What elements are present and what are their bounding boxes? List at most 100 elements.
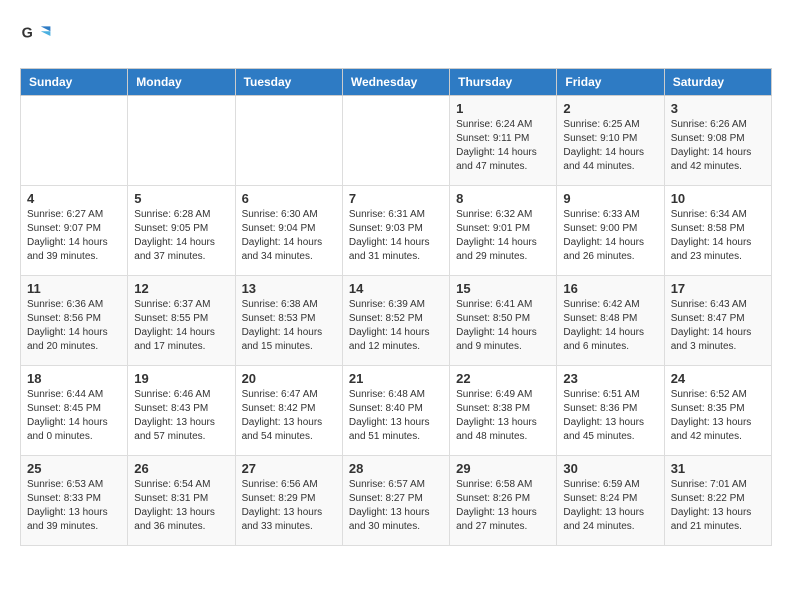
- calendar-cell: 9Sunrise: 6:33 AM Sunset: 9:00 PM Daylig…: [557, 186, 664, 276]
- calendar-cell: 7 Sunrise: 6:31 AM Sunset: 9:03 PM Daylig…: [342, 186, 449, 276]
- calendar-cell: 23 Sunrise: 6:51 AM Sunset: 8:36 PM Dayli…: [557, 366, 664, 456]
- day-info: Sunrise: 6:26 AM Sunset: 9:08 PM Dayligh…: [671, 118, 765, 174]
- day-number: 8: [456, 191, 550, 206]
- day-number: 13: [242, 281, 336, 296]
- day-info: Sunrise: 6:59 AM Sunset: 8:24 PM Dayligh…: [563, 478, 657, 534]
- day-number: 7: [349, 191, 443, 206]
- day-number: 6: [242, 191, 336, 206]
- calendar-cell: 31 Sunrise: 7:01 AM Sunset: 8:22 PM Dayli…: [664, 456, 771, 546]
- svg-text:G: G: [22, 26, 33, 42]
- day-number: 31: [671, 461, 765, 476]
- calendar-cell: 8 Sunrise: 6:32 AM Sunset: 9:01 PM Daylig…: [450, 186, 557, 276]
- day-number: 17: [671, 281, 765, 296]
- day-number: 29: [456, 461, 550, 476]
- day-info: Sunrise: 6:31 AM Sunset: 9:03 PM Dayligh…: [349, 208, 443, 264]
- day-info: Sunrise: 6:36 AM Sunset: 8:56 PM Dayligh…: [27, 298, 121, 354]
- day-info: Sunrise: 6:47 AM Sunset: 8:42 PM Dayligh…: [242, 388, 336, 444]
- calendar-header-row: SundayMondayTuesdayWednesdayThursdayFrid…: [21, 69, 772, 96]
- page-header: G: [20, 20, 772, 52]
- day-number: 30: [563, 461, 657, 476]
- day-info: Sunrise: 6:41 AM Sunset: 8:50 PM Dayligh…: [456, 298, 550, 354]
- calendar-cell: [21, 96, 128, 186]
- day-info: Sunrise: 6:28 AM Sunset: 9:05 PM Dayligh…: [134, 208, 228, 264]
- day-number: 11: [27, 281, 121, 296]
- day-number: 23: [563, 371, 657, 386]
- calendar-cell: 28 Sunrise: 6:57 AM Sunset: 8:27 PM Dayli…: [342, 456, 449, 546]
- calendar-cell: 10 Sunrise: 6:34 AM Sunset: 8:58 PM Dayli…: [664, 186, 771, 276]
- day-header-sunday: Sunday: [21, 69, 128, 96]
- calendar-cell: 13Sunrise: 6:38 AM Sunset: 8:53 PM Dayli…: [235, 276, 342, 366]
- day-header-saturday: Saturday: [664, 69, 771, 96]
- day-number: 25: [27, 461, 121, 476]
- calendar-cell: 5 Sunrise: 6:28 AM Sunset: 9:05 PM Daylig…: [128, 186, 235, 276]
- day-number: 28: [349, 461, 443, 476]
- logo-icon: G: [20, 20, 52, 52]
- day-info: Sunrise: 6:42 AM Sunset: 8:48 PM Dayligh…: [563, 298, 657, 354]
- day-info: Sunrise: 6:39 AM Sunset: 8:52 PM Dayligh…: [349, 298, 443, 354]
- day-number: 2: [563, 101, 657, 116]
- day-number: 14: [349, 281, 443, 296]
- calendar-cell: 17Sunrise: 6:43 AM Sunset: 8:47 PM Dayli…: [664, 276, 771, 366]
- calendar-week-0: 1Sunrise: 6:24 AM Sunset: 9:11 PM Daylig…: [21, 96, 772, 186]
- day-number: 5: [134, 191, 228, 206]
- calendar-cell: 25 Sunrise: 6:53 AM Sunset: 8:33 PM Dayli…: [21, 456, 128, 546]
- day-header-thursday: Thursday: [450, 69, 557, 96]
- calendar-cell: 19 Sunrise: 6:46 AM Sunset: 8:43 PM Dayli…: [128, 366, 235, 456]
- calendar-table: SundayMondayTuesdayWednesdayThursdayFrid…: [20, 68, 772, 546]
- calendar-week-4: 25 Sunrise: 6:53 AM Sunset: 8:33 PM Dayli…: [21, 456, 772, 546]
- day-info: Sunrise: 6:57 AM Sunset: 8:27 PM Dayligh…: [349, 478, 443, 534]
- logo: G: [20, 20, 56, 52]
- day-number: 15: [456, 281, 550, 296]
- day-info: Sunrise: 6:46 AM Sunset: 8:43 PM Dayligh…: [134, 388, 228, 444]
- day-number: 10: [671, 191, 765, 206]
- day-info: Sunrise: 6:37 AM Sunset: 8:55 PM Dayligh…: [134, 298, 228, 354]
- calendar-cell: 29Sunrise: 6:58 AM Sunset: 8:26 PM Dayli…: [450, 456, 557, 546]
- day-info: Sunrise: 6:44 AM Sunset: 8:45 PM Dayligh…: [27, 388, 121, 444]
- day-info: Sunrise: 6:49 AM Sunset: 8:38 PM Dayligh…: [456, 388, 550, 444]
- day-info: Sunrise: 6:53 AM Sunset: 8:33 PM Dayligh…: [27, 478, 121, 534]
- calendar-cell: 21 Sunrise: 6:48 AM Sunset: 8:40 PM Dayli…: [342, 366, 449, 456]
- day-number: 21: [349, 371, 443, 386]
- calendar-cell: 2 Sunrise: 6:25 AM Sunset: 9:10 PM Daylig…: [557, 96, 664, 186]
- day-header-tuesday: Tuesday: [235, 69, 342, 96]
- day-info: Sunrise: 7:01 AM Sunset: 8:22 PM Dayligh…: [671, 478, 765, 534]
- day-number: 26: [134, 461, 228, 476]
- day-info: Sunrise: 6:51 AM Sunset: 8:36 PM Dayligh…: [563, 388, 657, 444]
- calendar-cell: 27 Sunrise: 6:56 AM Sunset: 8:29 PM Dayli…: [235, 456, 342, 546]
- day-number: 3: [671, 101, 765, 116]
- day-info: Sunrise: 6:32 AM Sunset: 9:01 PM Dayligh…: [456, 208, 550, 264]
- day-info: Sunrise: 6:48 AM Sunset: 8:40 PM Dayligh…: [349, 388, 443, 444]
- day-header-friday: Friday: [557, 69, 664, 96]
- day-info: Sunrise: 6:34 AM Sunset: 8:58 PM Dayligh…: [671, 208, 765, 264]
- calendar-cell: 12 Sunrise: 6:37 AM Sunset: 8:55 PM Dayli…: [128, 276, 235, 366]
- calendar-cell: 30 Sunrise: 6:59 AM Sunset: 8:24 PM Dayli…: [557, 456, 664, 546]
- day-number: 20: [242, 371, 336, 386]
- day-number: 24: [671, 371, 765, 386]
- calendar-cell: 20 Sunrise: 6:47 AM Sunset: 8:42 PM Dayli…: [235, 366, 342, 456]
- day-header-monday: Monday: [128, 69, 235, 96]
- calendar-cell: 18 Sunrise: 6:44 AM Sunset: 8:45 PM Dayli…: [21, 366, 128, 456]
- day-info: Sunrise: 6:56 AM Sunset: 8:29 PM Dayligh…: [242, 478, 336, 534]
- day-header-wednesday: Wednesday: [342, 69, 449, 96]
- calendar-cell: 26Sunrise: 6:54 AM Sunset: 8:31 PM Dayli…: [128, 456, 235, 546]
- calendar-cell: 11 Sunrise: 6:36 AM Sunset: 8:56 PM Dayli…: [21, 276, 128, 366]
- day-number: 1: [456, 101, 550, 116]
- day-number: 18: [27, 371, 121, 386]
- day-info: Sunrise: 6:25 AM Sunset: 9:10 PM Dayligh…: [563, 118, 657, 174]
- calendar-cell: 3 Sunrise: 6:26 AM Sunset: 9:08 PM Daylig…: [664, 96, 771, 186]
- calendar-week-2: 11 Sunrise: 6:36 AM Sunset: 8:56 PM Dayli…: [21, 276, 772, 366]
- calendar-cell: 4Sunrise: 6:27 AM Sunset: 9:07 PM Daylig…: [21, 186, 128, 276]
- day-info: Sunrise: 6:52 AM Sunset: 8:35 PM Dayligh…: [671, 388, 765, 444]
- calendar-cell: [128, 96, 235, 186]
- day-number: 22: [456, 371, 550, 386]
- calendar-cell: 14 Sunrise: 6:39 AM Sunset: 8:52 PM Dayli…: [342, 276, 449, 366]
- calendar-cell: [235, 96, 342, 186]
- day-number: 27: [242, 461, 336, 476]
- day-number: 19: [134, 371, 228, 386]
- calendar-cell: 1Sunrise: 6:24 AM Sunset: 9:11 PM Daylig…: [450, 96, 557, 186]
- calendar-week-1: 4Sunrise: 6:27 AM Sunset: 9:07 PM Daylig…: [21, 186, 772, 276]
- day-number: 12: [134, 281, 228, 296]
- calendar-cell: [342, 96, 449, 186]
- day-info: Sunrise: 6:30 AM Sunset: 9:04 PM Dayligh…: [242, 208, 336, 264]
- calendar-cell: 22 Sunrise: 6:49 AM Sunset: 8:38 PM Dayli…: [450, 366, 557, 456]
